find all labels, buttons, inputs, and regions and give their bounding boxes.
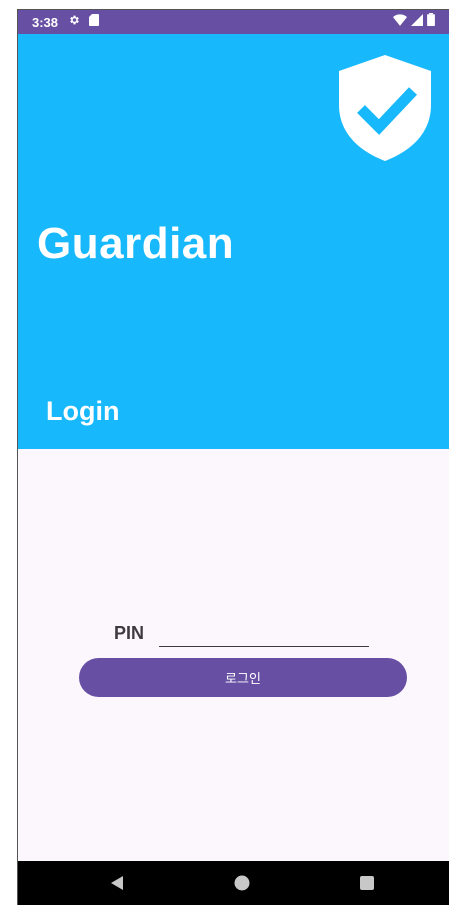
header-banner: Guardian Login: [18, 34, 449, 449]
recents-icon[interactable]: [345, 861, 389, 905]
sd-card-icon: [89, 13, 100, 31]
battery-icon: [427, 13, 435, 31]
pin-label: PIN: [114, 623, 145, 643]
device-screen: 3:38 Guardian Login PIN 로그인: [17, 9, 449, 905]
login-form: PIN 로그인: [18, 449, 449, 862]
app-title: Guardian: [37, 219, 235, 268]
login-button[interactable]: 로그인: [79, 658, 407, 697]
status-bar: 3:38: [18, 10, 449, 34]
page-title: Login: [46, 396, 120, 426]
navigation-bar: [18, 861, 449, 905]
home-icon[interactable]: [220, 861, 264, 905]
status-right-icons: [393, 13, 435, 31]
pin-input[interactable]: [159, 619, 369, 647]
status-time: 3:38: [32, 14, 59, 30]
signal-icon: [411, 13, 423, 31]
shield-check-icon: [335, 53, 435, 163]
back-icon[interactable]: [95, 861, 139, 905]
wifi-icon: [393, 13, 407, 31]
gear-icon: [68, 13, 80, 31]
status-left-icons: [68, 13, 100, 31]
